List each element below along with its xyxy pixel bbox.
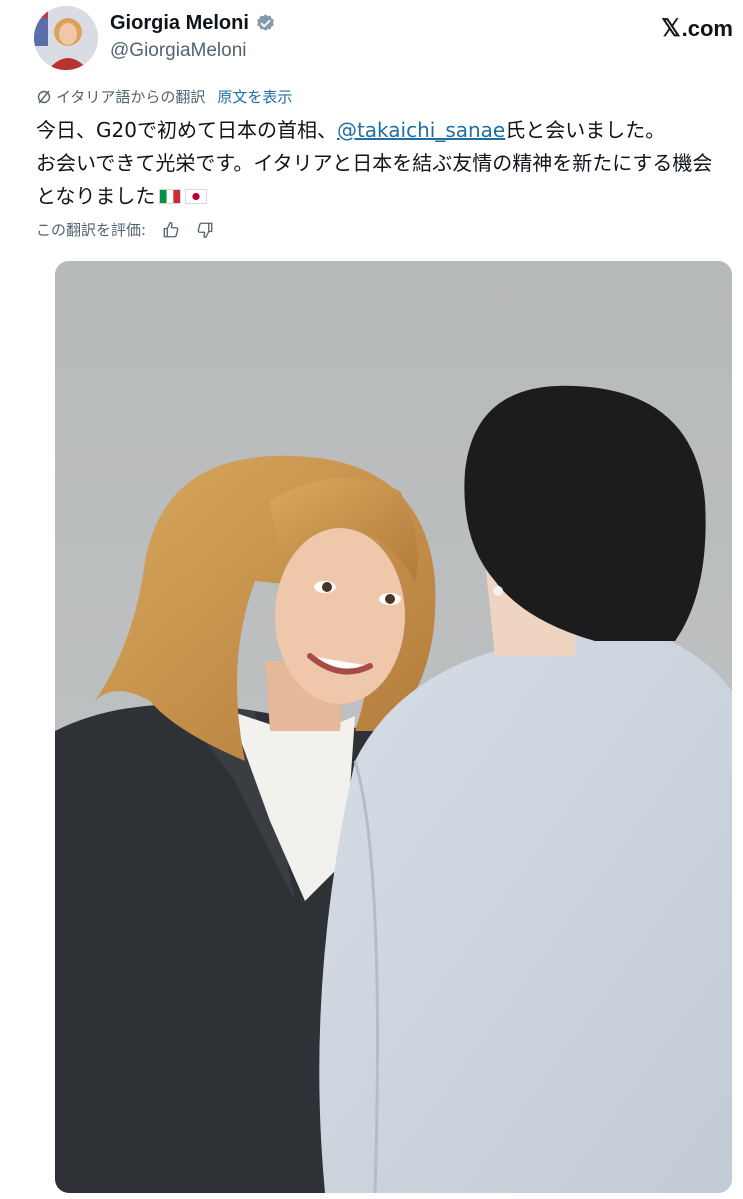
- japan-flag-icon: [185, 189, 208, 204]
- tweet-body: 今日、G20で初めて日本の首相、@takaichi_sanae氏と会いました。 …: [36, 114, 743, 213]
- translation-notice: イタリア語からの翻訳 原文を表示: [36, 86, 292, 107]
- translation-label: イタリア語からの翻訳: [56, 88, 206, 106]
- x-logo-icon: 𝕏: [661, 15, 681, 42]
- tweet-text-part: 今日、G20で初めて日本の首相、: [36, 118, 337, 142]
- rate-translation: この翻訳を評価:: [36, 219, 214, 240]
- author-handle[interactable]: @GiorgiaMeloni: [110, 40, 247, 62]
- page-bottom: [0, 1193, 743, 1199]
- x-brand-logo: 𝕏 .com: [661, 14, 733, 43]
- photo-illustration: [55, 261, 732, 1193]
- tweet-line-3: となりました: [36, 180, 743, 213]
- brand-suffix: .com: [681, 15, 733, 41]
- rate-label: この翻訳を評価:: [36, 221, 147, 239]
- tweet-line-2: お会いできて光栄です。イタリアと日本を結ぶ友情の精神を新たにする機会: [36, 151, 713, 175]
- show-original-link[interactable]: 原文を表示: [217, 86, 292, 107]
- tweet-text-part: となりました: [36, 184, 156, 208]
- profile-avatar[interactable]: [34, 6, 98, 70]
- thumbs-down-icon[interactable]: [196, 221, 214, 239]
- tweet-line-1: 今日、G20で初めて日本の首相、@takaichi_sanae氏と会いました。: [36, 114, 743, 147]
- tweet-header: Giorgia Meloni @GiorgiaMeloni 𝕏 .com: [0, 0, 743, 80]
- tweet-photo[interactable]: [55, 261, 732, 1193]
- mention-link[interactable]: @takaichi_sanae: [337, 118, 505, 142]
- verified-badge-icon: [257, 14, 274, 31]
- thumbs-up-icon[interactable]: [162, 221, 180, 239]
- tweet-text-part: 氏と会いました。: [505, 118, 666, 142]
- translate-icon: [37, 90, 51, 103]
- italy-flag-icon: [159, 189, 182, 204]
- author-display-name[interactable]: Giorgia Meloni: [110, 12, 249, 35]
